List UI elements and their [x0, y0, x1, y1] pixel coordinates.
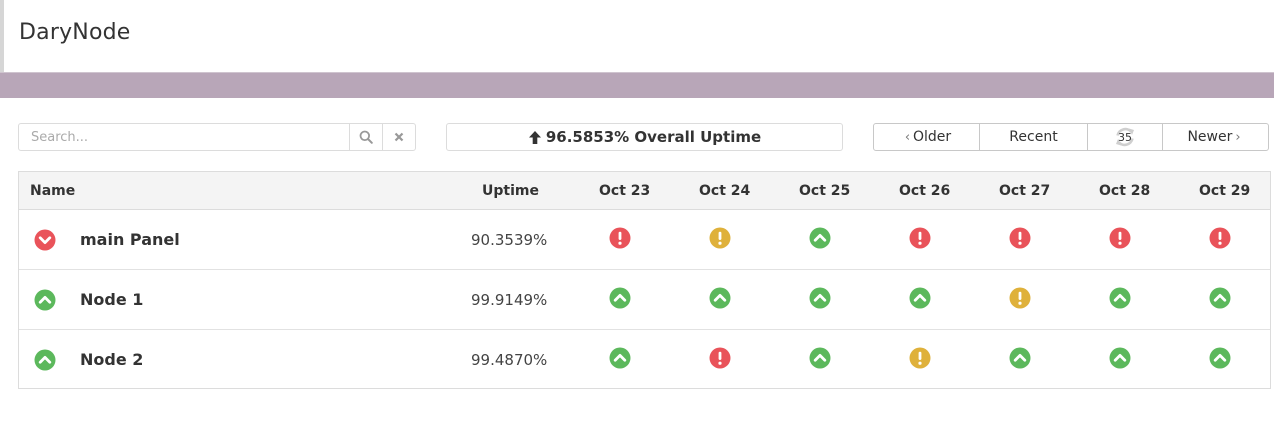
close-icon: [394, 132, 404, 142]
overall-uptime: 96.5853% Overall Uptime: [446, 123, 843, 151]
app-title: DaryNode: [19, 20, 131, 45]
header-day: Oct 26: [899, 183, 951, 199]
header-day: Oct 24: [699, 183, 751, 199]
node-status: [34, 289, 56, 311]
chevron-up-icon: [609, 347, 631, 369]
header-day: Oct 28: [1099, 183, 1151, 199]
node-status: [34, 229, 56, 251]
overall-uptime-text: 96.5853% Overall Uptime: [545, 128, 762, 146]
exclamation-circle-icon: [709, 347, 731, 369]
day-status[interactable]: [709, 347, 731, 369]
day-status[interactable]: [1209, 287, 1231, 309]
history-pager: ‹ Older Recent 35 Newer ›: [873, 123, 1270, 151]
exclamation-circle-icon: [1109, 227, 1131, 249]
chevron-up-icon: [609, 287, 631, 309]
day-status[interactable]: [1109, 227, 1131, 249]
clear-search-button[interactable]: [382, 124, 415, 150]
day-status[interactable]: [809, 287, 831, 309]
search-input[interactable]: [19, 124, 349, 150]
header-day: Oct 29: [1199, 183, 1251, 199]
refresh-button[interactable]: 35: [1087, 123, 1163, 151]
chevron-up-icon: [1209, 287, 1231, 309]
day-status[interactable]: [609, 347, 631, 369]
header-name: Name: [30, 183, 76, 199]
node-name[interactable]: Node 2: [80, 350, 143, 369]
chevron-up-icon: [909, 287, 931, 309]
day-status[interactable]: [1009, 227, 1031, 249]
day-status[interactable]: [1109, 347, 1131, 369]
day-status[interactable]: [709, 287, 731, 309]
table-row[interactable]: Node 1 99.9149%: [19, 270, 1270, 330]
chevron-down-icon: [34, 229, 56, 251]
day-status[interactable]: [609, 287, 631, 309]
day-status[interactable]: [909, 227, 931, 249]
exclamation-circle-icon: [909, 347, 931, 369]
chevron-right-icon: ›: [1235, 129, 1241, 145]
search-box: [18, 123, 416, 151]
day-status[interactable]: [1009, 287, 1031, 309]
node-uptime: 90.3539%: [471, 231, 548, 249]
newer-button[interactable]: Newer ›: [1162, 123, 1269, 151]
older-label: Older: [913, 129, 952, 145]
refresh-countdown: 35: [1113, 125, 1137, 149]
exclamation-circle-icon: [609, 227, 631, 249]
exclamation-circle-icon: [1209, 227, 1231, 249]
header-day: Oct 27: [999, 183, 1051, 199]
chevron-up-icon: [1209, 347, 1231, 369]
chevron-up-icon: [34, 349, 56, 371]
header-day: Oct 23: [599, 183, 651, 199]
search-button[interactable]: [349, 124, 382, 150]
chevron-up-icon: [1009, 347, 1031, 369]
node-status: [34, 349, 56, 371]
node-name[interactable]: Node 1: [80, 290, 143, 309]
node-uptime: 99.4870%: [471, 351, 548, 369]
refresh-count: 35: [1118, 130, 1132, 144]
chevron-up-icon: [34, 289, 56, 311]
day-status[interactable]: [709, 227, 731, 249]
newer-label: Newer: [1187, 129, 1233, 145]
arrow-up-icon: [528, 131, 541, 144]
chevron-up-icon: [809, 227, 831, 249]
exclamation-circle-icon: [909, 227, 931, 249]
day-status[interactable]: [909, 347, 931, 369]
day-status[interactable]: [909, 287, 931, 309]
app-header: DaryNode: [0, 0, 1274, 72]
table-row[interactable]: Node 2 99.4870%: [19, 330, 1270, 390]
chevron-up-icon: [1109, 347, 1131, 369]
day-status[interactable]: [809, 227, 831, 249]
search-icon: [359, 130, 373, 144]
header-band: [0, 72, 1274, 98]
header-uptime: Uptime: [482, 183, 539, 199]
day-status[interactable]: [1209, 347, 1231, 369]
table-header: Name Uptime Oct 23 Oct 24 Oct 25 Oct 26 …: [19, 172, 1270, 210]
chevron-up-icon: [709, 287, 731, 309]
older-button[interactable]: ‹ Older: [873, 123, 980, 151]
header-day: Oct 25: [799, 183, 851, 199]
exclamation-circle-icon: [709, 227, 731, 249]
chevron-up-icon: [809, 287, 831, 309]
day-status[interactable]: [1109, 287, 1131, 309]
recent-button[interactable]: Recent: [979, 123, 1088, 151]
day-status[interactable]: [609, 227, 631, 249]
exclamation-circle-icon: [1009, 227, 1031, 249]
node-uptime: 99.9149%: [471, 291, 548, 309]
chevron-left-icon: ‹: [904, 129, 911, 145]
chevron-up-icon: [1109, 287, 1131, 309]
day-status[interactable]: [809, 347, 831, 369]
uptime-table: Name Uptime Oct 23 Oct 24 Oct 25 Oct 26 …: [18, 171, 1271, 389]
chevron-up-icon: [809, 347, 831, 369]
table-row[interactable]: main Panel 90.3539%: [19, 210, 1270, 270]
recent-label: Recent: [1009, 129, 1058, 145]
node-name[interactable]: main Panel: [80, 230, 180, 249]
day-status[interactable]: [1009, 347, 1031, 369]
day-status[interactable]: [1209, 227, 1231, 249]
exclamation-circle-icon: [1009, 287, 1031, 309]
